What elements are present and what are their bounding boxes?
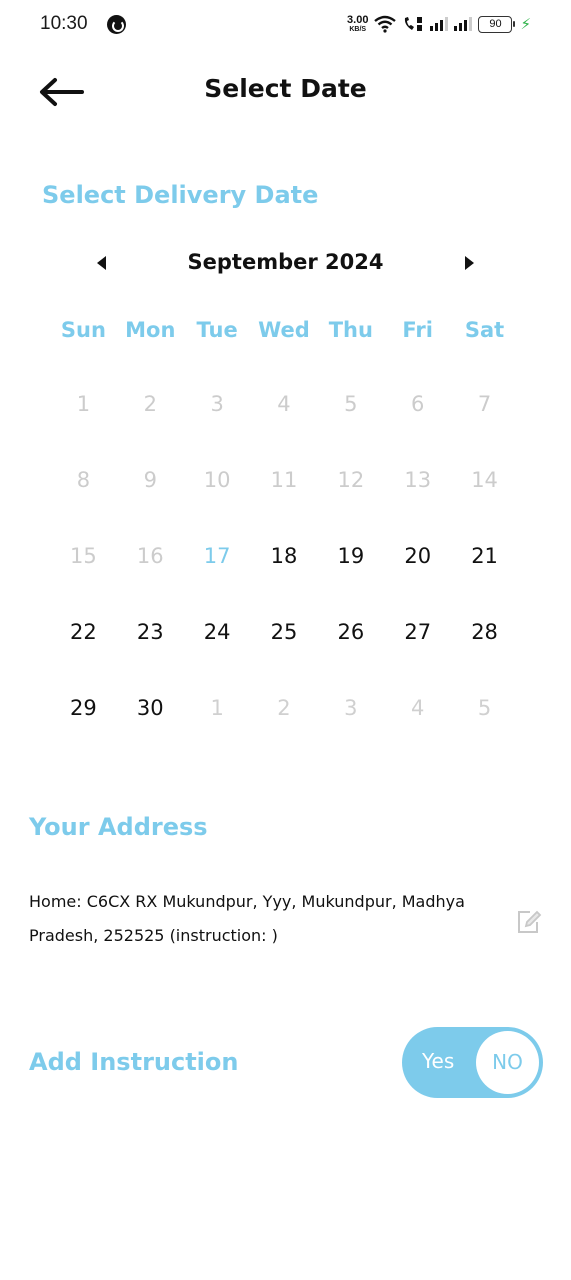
network-speed-value: 3.00 bbox=[347, 14, 369, 26]
calendar-weekdays: Sun Mon Tue Wed Thu Fri Sat bbox=[50, 318, 518, 342]
calendar-day: 14 bbox=[471, 468, 498, 492]
weekday-label: Tue bbox=[196, 318, 238, 342]
address-heading: Your Address bbox=[29, 813, 208, 841]
calendar-day: 2 bbox=[277, 696, 291, 720]
status-icons: 3.00 KB/S 90 ⚡ bbox=[347, 12, 531, 36]
calendar-day: 11 bbox=[270, 468, 298, 492]
status-bar: 10:30 3.00 KB/S 90 ⚡ bbox=[0, 0, 571, 50]
calendar-day: 6 bbox=[411, 392, 425, 416]
weekday-label: Sat bbox=[464, 318, 505, 342]
edit-address-icon[interactable] bbox=[516, 909, 542, 935]
calendar-day: 1 bbox=[76, 392, 91, 416]
add-instruction-label: Add Instruction bbox=[29, 1048, 239, 1076]
calendar-day[interactable]: 25 bbox=[251, 608, 318, 684]
notification-app-icon bbox=[107, 15, 126, 34]
signal-icon-sim1 bbox=[430, 17, 449, 31]
calendar-day[interactable]: 29 bbox=[50, 684, 117, 760]
calendar-day: 10 bbox=[203, 468, 231, 492]
status-time: 10:30 bbox=[40, 13, 88, 34]
network-speed: 3.00 KB/S bbox=[347, 14, 369, 34]
battery-icon: 90 bbox=[478, 15, 516, 33]
calendar-day[interactable]: 23 bbox=[117, 608, 184, 684]
calendar-day[interactable]: 19 bbox=[317, 532, 384, 608]
wifi-icon bbox=[374, 15, 397, 33]
calendar-day[interactable]: 30 bbox=[117, 684, 184, 760]
calendar-day: 13 bbox=[404, 468, 432, 492]
calendar-day: 5 bbox=[477, 696, 492, 720]
calendar-day[interactable]: 20 bbox=[384, 532, 451, 608]
weekday-label: Mon bbox=[125, 318, 176, 342]
address-text: Home: C6CX RX Mukundpur, Yyy, Mukundpur,… bbox=[29, 892, 465, 945]
calendar-header: September 2024 bbox=[0, 248, 571, 284]
page-title: Select Date bbox=[204, 74, 367, 103]
next-month-icon[interactable] bbox=[465, 256, 474, 270]
calendar-day: 5 bbox=[344, 392, 358, 416]
calendar-day[interactable]: 28 bbox=[451, 608, 518, 684]
calendar-day: 15 bbox=[70, 544, 97, 568]
calendar-day[interactable]: 17 bbox=[184, 532, 251, 608]
calendar-day: 2 bbox=[143, 392, 157, 416]
toggle-yes-label: Yes bbox=[422, 1049, 455, 1073]
calendar-day[interactable]: 21 bbox=[451, 532, 518, 608]
weekday-label: Sun bbox=[60, 318, 106, 342]
calendar-day: 1 bbox=[210, 696, 224, 720]
calendar-day[interactable]: 27 bbox=[384, 608, 451, 684]
calendar-day: 12 bbox=[337, 468, 365, 492]
calendar-month-label: September 2024 bbox=[187, 250, 384, 274]
calendar-day[interactable]: 22 bbox=[50, 608, 117, 684]
calendar-days-grid: 1 2 3 4 5 6 7 8 9 10 11 12 13 14 15 16 17 18 19 20 21 22 23 24 2… bbox=[50, 380, 518, 760]
calendar-day[interactable]: 26 bbox=[317, 608, 384, 684]
calendar-day: 4 bbox=[411, 696, 425, 720]
calendar-day: 7 bbox=[477, 392, 492, 416]
wifi-calling-icon bbox=[405, 17, 423, 31]
charging-icon: ⚡ bbox=[520, 15, 531, 33]
calendar-day: 16 bbox=[136, 544, 164, 568]
network-speed-unit: KB/S bbox=[349, 26, 367, 33]
weekday-label: Wed bbox=[258, 318, 310, 342]
calendar-day: 3 bbox=[210, 392, 224, 416]
toggle-no-label: NO bbox=[492, 1050, 523, 1074]
weekday-label: Fri bbox=[402, 318, 433, 342]
signal-icon-sim2 bbox=[454, 17, 473, 31]
calendar-day: 4 bbox=[277, 392, 291, 416]
calendar-day[interactable]: 24 bbox=[184, 608, 251, 684]
calendar-day: 3 bbox=[344, 696, 358, 720]
calendar-day: 9 bbox=[143, 468, 157, 492]
weekday-label: Thu bbox=[328, 318, 373, 342]
add-instruction-toggle[interactable]: Yes NO bbox=[402, 1027, 543, 1098]
delivery-date-heading: Select Delivery Date bbox=[42, 181, 319, 209]
calendar-day: 8 bbox=[76, 468, 91, 492]
calendar-day[interactable]: 18 bbox=[251, 532, 318, 608]
